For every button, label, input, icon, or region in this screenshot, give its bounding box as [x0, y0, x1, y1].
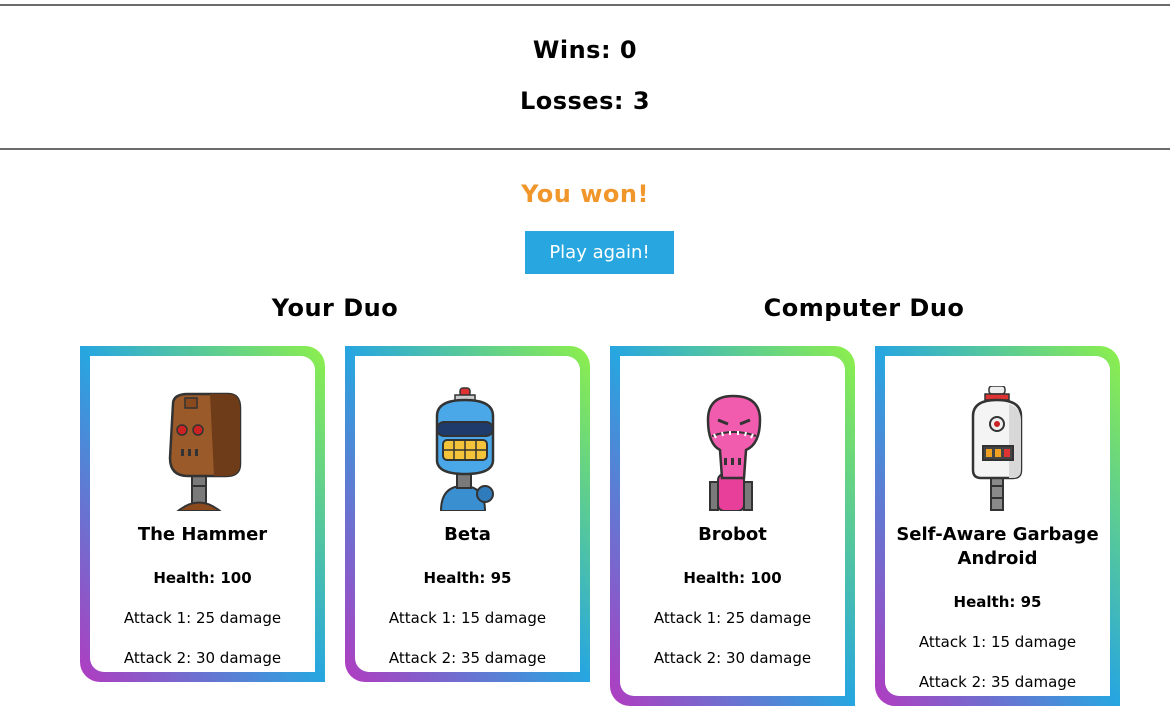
robot-name: Beta — [444, 524, 491, 545]
robot-attack-1: Attack 1: 25 damage — [653, 609, 812, 627]
robot-health: Health: 95 — [423, 569, 512, 587]
robot-card-self-aware-garbage-android[interactable]: Self-Aware Garbage Android Health: 95 At… — [875, 346, 1120, 706]
robot-health: Health: 100 — [683, 569, 782, 587]
robot-name: Self-Aware Garbage Android — [896, 524, 1099, 569]
robot-card-beta[interactable]: Beta Health: 95 Attack 1: 15 damage Atta… — [345, 346, 590, 682]
robot-card-brobot[interactable]: Brobot Health: 100 Attack 1: 25 damage A… — [610, 346, 855, 706]
pink-robot-icon — [706, 394, 761, 511]
computer-duo-title: Computer Duo — [763, 294, 965, 322]
play-again-button[interactable]: Play again! — [525, 231, 674, 274]
robot-attack-2: Attack 2: 30 damage — [653, 649, 812, 667]
middle-divider — [0, 148, 1170, 150]
robot-health: Health: 100 — [153, 569, 252, 587]
robot-card-the-hammer[interactable]: The Hammer Health: 100 Attack 1: 25 dama… — [80, 346, 325, 682]
brown-robot-icon — [168, 392, 241, 511]
robot-attack-1: Attack 1: 15 damage — [388, 609, 547, 627]
losses-counter: Losses: 3 — [519, 87, 651, 115]
robot-name: The Hammer — [137, 524, 268, 545]
blue-robot-icon — [435, 387, 494, 511]
result-message: You won! — [521, 180, 649, 208]
top-divider — [0, 4, 1170, 6]
wins-counter: Wins: 0 — [532, 36, 638, 64]
your-duo-title: Your Duo — [271, 294, 399, 322]
robot-attack-2: Attack 2: 35 damage — [388, 649, 547, 667]
robot-name: Brobot — [698, 524, 767, 545]
robot-attack-2: Attack 2: 30 damage — [123, 649, 282, 667]
robot-attack-2: Attack 2: 35 damage — [918, 673, 1077, 691]
robot-attack-1: Attack 1: 15 damage — [918, 633, 1077, 651]
white-robot-icon — [971, 386, 1022, 511]
robot-health: Health: 95 — [953, 593, 1042, 611]
robot-attack-1: Attack 1: 25 damage — [123, 609, 282, 627]
